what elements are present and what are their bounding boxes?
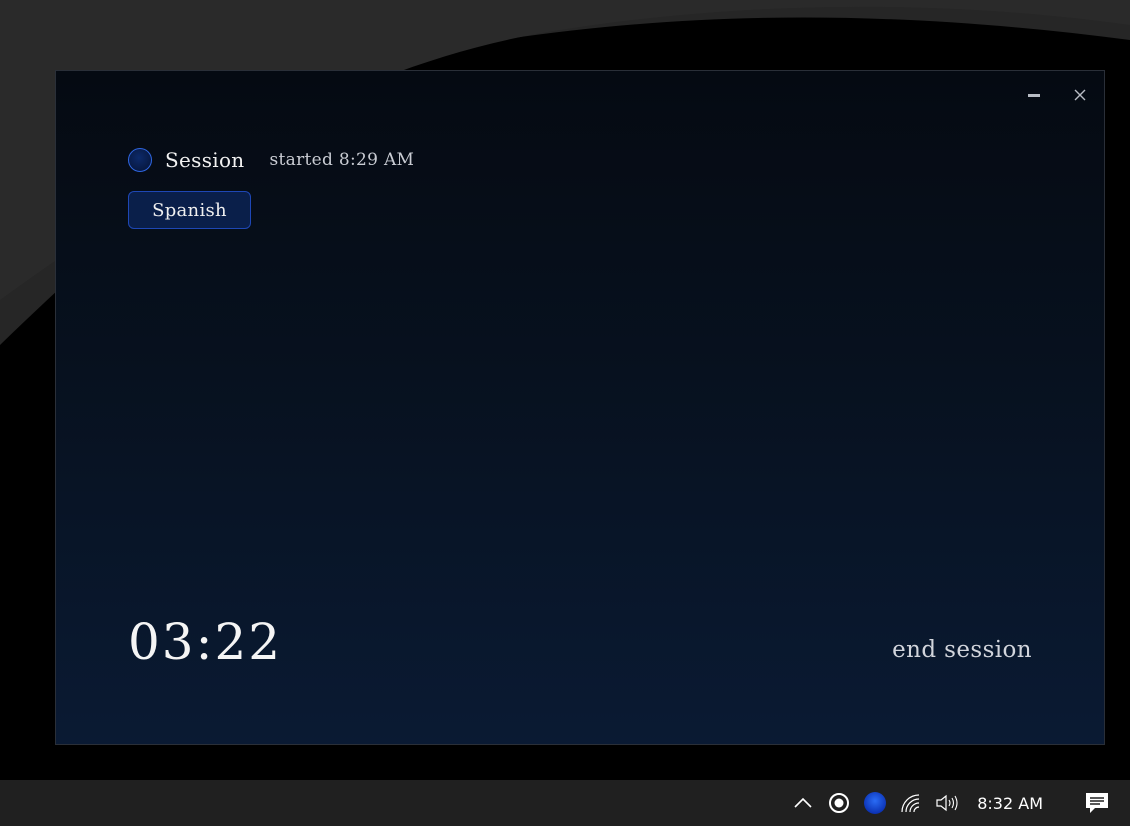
desktop: Session started 8:29 AM Spanish 03:22 en…: [0, 0, 1130, 780]
language-button[interactable]: Spanish: [128, 191, 251, 229]
network-tray-button[interactable]: [893, 780, 929, 826]
action-center-icon: [1086, 793, 1108, 813]
session-status-icon: [128, 148, 152, 172]
chevron-up-icon: [794, 797, 812, 808]
session-timer: 03:22: [128, 613, 283, 671]
wifi-icon: [901, 794, 920, 813]
record-tray-button[interactable]: [821, 780, 857, 826]
session-window: Session started 8:29 AM Spanish 03:22 en…: [55, 70, 1105, 745]
taskbar: 8:32 AM: [0, 780, 1130, 826]
action-center-button[interactable]: [1076, 780, 1118, 826]
minimize-button[interactable]: [1024, 85, 1044, 105]
record-icon: [829, 793, 850, 813]
app-dot-icon: [864, 792, 887, 814]
session-header: Session started 8:29 AM: [128, 148, 414, 172]
session-title: Session: [165, 148, 245, 172]
taskbar-clock[interactable]: 8:32 AM: [977, 794, 1043, 813]
end-session-button[interactable]: end session: [892, 637, 1032, 663]
minimize-icon: [1028, 93, 1040, 97]
close-button[interactable]: [1070, 85, 1090, 105]
session-start-time: started 8:29 AM: [269, 150, 415, 170]
app-tray-button[interactable]: [857, 780, 893, 826]
show-hidden-icons-button[interactable]: [785, 780, 821, 826]
volume-icon: [936, 794, 958, 812]
window-controls: [1024, 85, 1090, 105]
close-icon: [1074, 89, 1086, 101]
volume-tray-button[interactable]: [929, 780, 965, 826]
system-tray: 8:32 AM: [785, 780, 1130, 826]
